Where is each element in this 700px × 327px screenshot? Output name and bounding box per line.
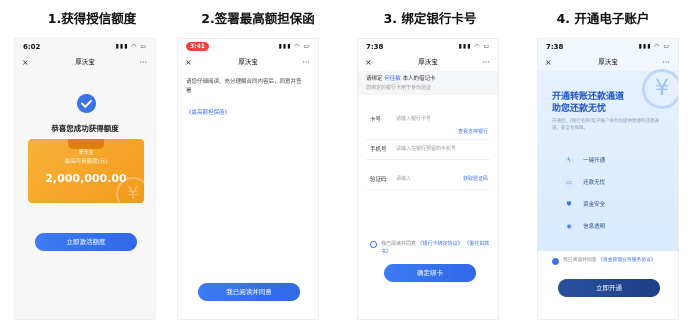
step-title-3: 3. 绑定银行卡号 xyxy=(383,11,477,26)
header-prefix: 请绑定 xyxy=(366,76,383,82)
divider xyxy=(366,159,490,160)
nav-title: 厚沃宝 xyxy=(75,58,95,66)
signal-wifi-battery-icon: ▮▮▮ ◠ ▭ xyxy=(458,43,490,50)
activate-credit-button[interactable]: 立即激活额度 xyxy=(35,233,137,251)
status-bar: 3:41 ▮▮▮ ◠ ▭ xyxy=(178,39,318,54)
card-number-label: 卡号 xyxy=(370,117,382,123)
feature-item-1: ϟ 一键开通 xyxy=(564,147,605,166)
close-icon[interactable]: × xyxy=(185,54,192,71)
congrats-text: 恭喜您成功获得额度 xyxy=(51,124,119,133)
nav-title: 厚沃宝 xyxy=(238,58,258,66)
status-time: 7:38 xyxy=(546,43,564,51)
header-subtitle: 您绑定的银行卡用于身份验证 xyxy=(366,85,432,91)
status-bar: 7:38 ▮▮▮ ◠ ▭ xyxy=(538,39,678,54)
feature-item-4: ◉ 信息透明 xyxy=(564,213,605,232)
agreement-text-block: 我已阅读并同意 《银行卡绑定协议》 《委托扣款书》 xyxy=(381,240,492,256)
phone-input[interactable]: 请输入在银行预留的手机号 xyxy=(396,145,492,152)
agreement-text: 我已阅读并同意 xyxy=(563,258,597,263)
step-title-2: 2.签署最高额担保函 xyxy=(201,11,315,26)
feature-item-3: ⛊ 资金安全 xyxy=(564,191,605,210)
feature-item-2: ▭ 还款无忧 xyxy=(564,169,605,188)
phone-screen-bind-card: 7:38 ▮▮▮ ◠ ▭ × 厚沃宝 ··· 请绑定 何佳敏 本人的借记卡 您绑… xyxy=(357,38,499,320)
signal-wifi-battery-icon: ▮▮▮ ◠ ▭ xyxy=(638,43,670,50)
status-time: 7:38 xyxy=(366,43,384,51)
header-suffix: 本人的借记卡 xyxy=(402,76,436,82)
success-check-icon xyxy=(77,94,96,113)
status-time: 3:41 xyxy=(186,42,209,51)
card-badge: 厚沃宝 xyxy=(68,139,104,156)
divider xyxy=(366,189,490,190)
step-title-4: 4. 开通电子账户 xyxy=(556,11,650,26)
fund-management-agreement-link[interactable]: 《资金管理业务服务协议》 xyxy=(598,258,656,263)
close-icon[interactable]: × xyxy=(365,54,372,71)
agreement-checkbox[interactable] xyxy=(370,241,377,248)
headline-2: 助您还款无忧 xyxy=(552,104,607,114)
confirm-bind-button[interactable]: 确定绑卡 xyxy=(384,264,476,282)
step-title-1: 1.获得授信额度 xyxy=(47,11,137,26)
open-account-button[interactable]: 立即开通 xyxy=(558,279,660,297)
agreement-checkbox-checked[interactable] xyxy=(552,258,559,272)
phone-label: 手机号 xyxy=(370,147,387,153)
phone-screen-guarantee: 3:41 ▮▮▮ ◠ ▭ × 厚沃宝 ··· 请您仔细阅读、充分理解合同内容后，… xyxy=(177,38,319,320)
status-bar: 7:38 ▮▮▮ ◠ ▭ xyxy=(358,39,498,54)
card-icon: ▭ xyxy=(564,178,574,188)
agreement-text-block: 我已阅读并同意 《资金管理业务服务协议》 xyxy=(563,257,668,264)
status-time: 6:02 xyxy=(23,43,41,51)
nav-bar: × 厚沃宝 ··· xyxy=(358,54,498,71)
more-icon[interactable]: ··· xyxy=(482,54,490,71)
signal-wifi-battery-icon: ▮▮▮ ◠ ▭ xyxy=(278,43,310,50)
header-name: 何佳敏 xyxy=(384,76,401,82)
nav-bar: × 厚沃宝 ··· xyxy=(178,54,318,71)
nav-title: 厚沃宝 xyxy=(418,58,438,66)
description-text: 开通后，[银行名称]电子账户将为您提供便捷的还款通道，安全有保障。 xyxy=(552,119,660,131)
agree-button[interactable]: 我已阅读并同意 xyxy=(198,283,300,301)
eye-icon: ◉ xyxy=(564,222,574,232)
status-bar: 6:02 ▮▮▮ ◠ ▭ xyxy=(15,39,155,54)
shield-icon: ⛊ xyxy=(564,200,574,210)
yuan-coin-icon: ¥ xyxy=(642,69,678,109)
close-icon[interactable]: × xyxy=(22,54,29,71)
instruction-text: 请您仔细阅读、充分理解合同内容后，同意并签署 xyxy=(186,79,302,94)
code-input[interactable]: 请输入 xyxy=(396,175,411,182)
card-binding-agreement-link[interactable]: 《银行卡绑定协议》 xyxy=(418,241,463,247)
card-number-input[interactable]: 请输入银行卡号 xyxy=(396,115,486,122)
lightning-icon: ϟ xyxy=(564,156,574,166)
bind-header: 请绑定 何佳敏 本人的借记卡 您绑定的银行卡用于身份验证 xyxy=(358,71,498,95)
signal-wifi-battery-icon: ▮▮▮ ◠ ▭ xyxy=(115,43,147,50)
more-icon[interactable]: ··· xyxy=(139,54,147,71)
code-label: 验证码 xyxy=(370,177,387,183)
agreement-text: 我已阅读并同意 xyxy=(381,241,417,247)
card-label: 最高可用额度(元) xyxy=(64,159,108,165)
phone-screen-open-account: 7:38 ▮▮▮ ◠ ▭ × 厚沃宝 ··· ¥ 开通转账还款通道 助您还款无忧… xyxy=(537,38,679,320)
nav-bar: × 厚沃宝 ··· xyxy=(15,54,155,71)
more-icon[interactable]: ··· xyxy=(302,54,310,71)
credit-card: 厚沃宝 最高可用额度(元) 2,000,000.00 ¥ xyxy=(28,139,144,203)
close-icon[interactable]: × xyxy=(545,54,552,71)
guarantee-document-link[interactable]: 《最高额担保函》 xyxy=(186,108,230,116)
get-code-link[interactable]: 获取验证码 xyxy=(463,175,488,182)
card-watermark-icon: ¥ xyxy=(116,177,144,203)
supported-banks-link[interactable]: 查看支持银行 xyxy=(458,128,488,135)
nav-title: 厚沃宝 xyxy=(598,58,618,66)
divider xyxy=(366,139,490,140)
phone-screen-credit: 6:02 ▮▮▮ ◠ ▭ × 厚沃宝 ··· 恭喜您成功获得额度 厚沃宝 最高可… xyxy=(14,38,156,320)
